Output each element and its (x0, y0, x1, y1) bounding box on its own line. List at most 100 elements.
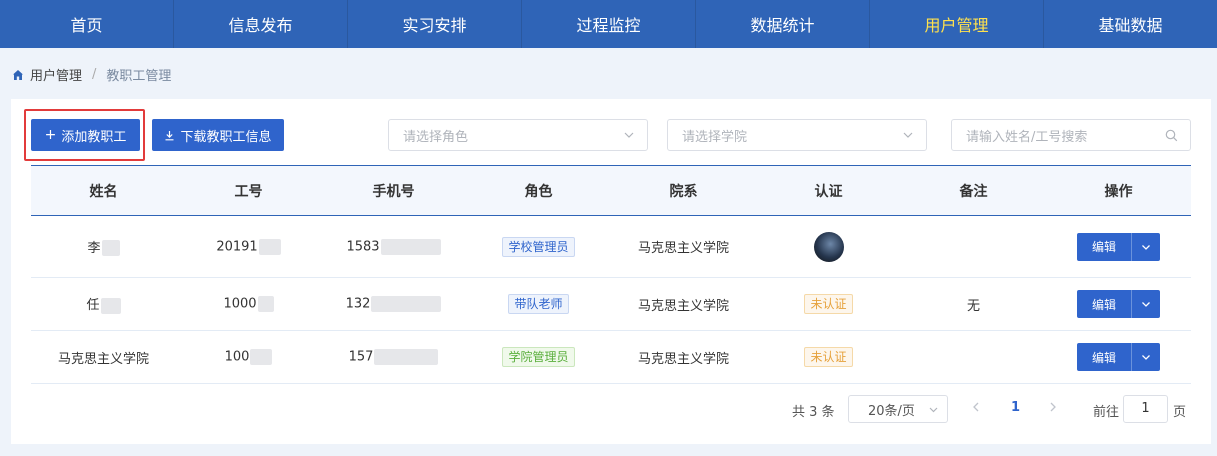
add-staff-label: 添加教职工 (61, 129, 127, 145)
redacted-block (380, 238, 441, 255)
breadcrumb-root[interactable]: 用户管理 (30, 65, 82, 84)
header-auth: 认证 (814, 183, 843, 200)
edit-button[interactable]: 编辑 (1077, 232, 1132, 261)
nav-item-home[interactable]: 首页 (0, 0, 174, 48)
name-text: 李 (87, 240, 101, 256)
cell-note (901, 331, 1046, 384)
redacted-block (371, 296, 442, 312)
cell-operation: 编辑 (1046, 278, 1191, 331)
cell-note (901, 216, 1046, 278)
cell-staff-id: 20191 (176, 216, 321, 278)
chevron-left-icon (973, 402, 979, 412)
role-select[interactable]: 请选择角色 (388, 119, 648, 151)
edit-dropdown-button[interactable] (1132, 290, 1160, 318)
chevron-down-icon (1142, 302, 1150, 307)
staff-table: 姓名 工号 手机号 角色 院系 认证 备注 操作 李 20191 1583 学校… (31, 165, 1191, 384)
auth-status-badge: 未认证 (804, 294, 853, 314)
cell-operation: 编辑 (1046, 331, 1191, 384)
college-select[interactable]: 请选择学院 (667, 119, 927, 151)
cell-role: 学院管理员 (466, 331, 611, 384)
role-tag: 带队老师 (508, 294, 569, 314)
auth-status-badge: 未认证 (804, 347, 853, 367)
search-icon[interactable] (1165, 129, 1178, 142)
search-input[interactable]: 请输入姓名/工号搜索 (951, 119, 1191, 151)
chevron-down-icon (1142, 244, 1150, 250)
header-phone: 手机号 (372, 183, 415, 200)
cell-department: 马克思主义学院 (637, 298, 729, 314)
edit-split-button: 编辑 (1077, 290, 1160, 318)
cell-department: 马克思主义学院 (637, 351, 729, 367)
cell-auth (756, 216, 901, 278)
cell-role: 带队老师 (466, 278, 611, 331)
table-row: 任 1000 132 带队老师 马克思主义学院 未认证 无 编辑 (31, 278, 1191, 331)
staff-id-text: 20191 (216, 239, 258, 254)
page-size-select[interactable]: 20条/页 (848, 395, 948, 423)
table-header-row: 姓名 工号 手机号 角色 院系 认证 备注 操作 (31, 165, 1191, 216)
phone-text: 157 (348, 349, 374, 365)
chevron-right-icon (1050, 402, 1056, 412)
goto-page-input[interactable]: 1 (1123, 395, 1168, 423)
table-row: 马克思主义学院 100 157 学院管理员 马克思主义学院 未认证 编辑 (31, 331, 1191, 384)
header-note: 备注 (959, 183, 988, 200)
breadcrumb-separator: / (92, 67, 97, 82)
role-tag: 学院管理员 (502, 347, 575, 367)
header-role: 角色 (524, 183, 553, 200)
chevron-down-icon (1142, 355, 1150, 360)
nav-item-user-management[interactable]: 用户管理 (870, 0, 1044, 48)
cell-staff-id: 1000 (176, 278, 321, 331)
college-select-placeholder: 请选择学院 (682, 129, 748, 145)
cell-department: 马克思主义学院 (637, 241, 729, 256)
edit-split-button: 编辑 (1077, 232, 1160, 261)
cell-name: 李 (31, 216, 176, 278)
redacted-block (250, 349, 273, 365)
table-row: 李 20191 1583 学校管理员 马克思主义学院 编辑 (31, 216, 1191, 278)
search-placeholder: 请输入姓名/工号搜索 (966, 129, 1088, 145)
nav-item-base-data[interactable]: 基础数据 (1044, 0, 1217, 48)
pagination: 共 3 条 20条/页 1 前往 1 页 (11, 395, 1211, 423)
redacted-block (257, 296, 274, 312)
breadcrumb: 用户管理 / 教职工管理 (12, 65, 171, 84)
download-staff-button[interactable]: 下载教职工信息 (152, 119, 284, 151)
download-icon (165, 130, 174, 140)
role-select-placeholder: 请选择角色 (403, 129, 469, 145)
phone-text: 132 (345, 296, 371, 312)
edit-dropdown-button[interactable] (1132, 233, 1160, 261)
chevron-down-icon (624, 132, 634, 138)
page-number-current[interactable]: 1 (1011, 400, 1020, 415)
cell-name: 马克思主义学院 (57, 351, 149, 367)
nav-item-process-monitor[interactable]: 过程监控 (522, 0, 696, 48)
cell-note: 无 (966, 298, 980, 314)
edit-split-button: 编辑 (1077, 343, 1160, 371)
header-operation: 操作 (1104, 183, 1133, 200)
cell-phone: 157 (321, 331, 466, 384)
cell-role: 学校管理员 (466, 216, 611, 278)
staff-id-text: 1000 (223, 296, 257, 312)
cell-auth: 未认证 (756, 331, 901, 384)
staff-id-text: 100 (224, 349, 250, 365)
redacted-block (374, 349, 439, 365)
nav-item-statistics[interactable]: 数据统计 (696, 0, 870, 48)
header-name: 姓名 (89, 183, 118, 200)
edit-button[interactable]: 编辑 (1077, 343, 1132, 371)
redacted-block (100, 297, 121, 314)
prev-page-button[interactable] (971, 401, 981, 417)
nav-item-info-publish[interactable]: 信息发布 (174, 0, 348, 48)
cell-phone: 132 (321, 278, 466, 331)
edit-button[interactable]: 编辑 (1077, 290, 1132, 318)
download-staff-label: 下载教职工信息 (180, 129, 272, 145)
content-card: + 添加教职工 下载教职工信息 请选择角色 请选择学院 请输入姓名/工号搜索 姓… (11, 99, 1211, 444)
add-staff-button[interactable]: + 添加教职工 (31, 119, 140, 151)
top-nav: 首页 信息发布 实习安排 过程监控 数据统计 用户管理 基础数据 (0, 0, 1217, 48)
role-tag: 学校管理员 (502, 236, 575, 257)
pagination-total: 共 3 条 (792, 405, 835, 420)
edit-dropdown-button[interactable] (1132, 343, 1160, 371)
redacted-block (258, 238, 281, 255)
home-icon (13, 69, 23, 80)
avatar[interactable] (813, 231, 844, 262)
redacted-block (101, 240, 120, 257)
cell-name: 任 (31, 278, 176, 331)
next-page-button[interactable] (1048, 401, 1058, 417)
nav-item-internship[interactable]: 实习安排 (348, 0, 522, 48)
cell-staff-id: 100 (176, 331, 321, 384)
cell-phone: 1583 (321, 216, 466, 278)
